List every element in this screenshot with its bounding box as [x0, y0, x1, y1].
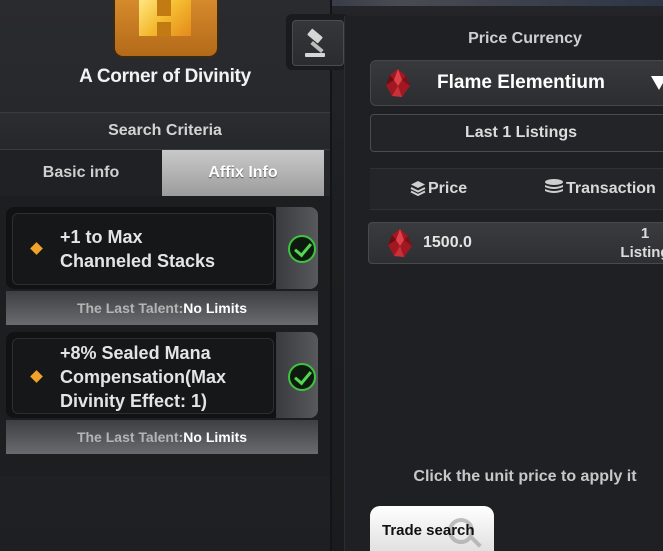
currency-selected: Flame Elementium [437, 72, 605, 93]
affix-card[interactable]: +8% Sealed Mana Compensation(Max Divinit… [6, 332, 318, 418]
golden-item-icon [113, 0, 219, 58]
listing-columns: Price Transaction [370, 168, 663, 210]
panel-divider [330, 0, 332, 551]
tab-basic-info[interactable]: Basic info [0, 150, 162, 196]
search-criteria-title: Search Criteria [108, 122, 222, 139]
hint-text: Click the unit price to apply it [413, 468, 637, 485]
listing-row[interactable]: 1500.0 1 Listing [368, 222, 663, 264]
item-name: A Corner of Divinity [79, 66, 251, 87]
affix-text: +8% Sealed Mana Compensation(Max Divinit… [60, 343, 227, 411]
transaction-column-header[interactable]: Transaction [544, 169, 656, 209]
coins-icon [545, 179, 563, 193]
flame-elementium-icon [388, 229, 412, 257]
price-column-header[interactable]: Price [410, 169, 467, 209]
stack-icon [410, 181, 426, 197]
chevron-down-icon [651, 76, 663, 90]
flame-elementium-icon [386, 69, 410, 97]
gavel-icon [305, 28, 325, 57]
auction-button[interactable] [286, 14, 348, 70]
listing-price[interactable]: 1500.0 [423, 223, 472, 263]
listings-filter[interactable]: Last 1 Listings [370, 114, 663, 152]
currency-dropdown[interactable]: Flame Elementium [370, 60, 663, 106]
price-currency-title: Price Currency [468, 30, 582, 47]
listing-count: 1 Listing [620, 225, 663, 261]
check-icon[interactable] [288, 235, 316, 263]
check-icon[interactable] [288, 363, 316, 391]
trade-window: A Corner of Divinity Search Criteria Bas… [0, 0, 663, 551]
tab-affix-info[interactable]: Affix Info [162, 150, 324, 196]
talent-condition[interactable]: The Last Talent:No Limits [6, 291, 318, 325]
affix-text: +1 to Max Channeled Stacks [60, 227, 216, 271]
trade-search-button[interactable]: Trade search [370, 506, 494, 551]
trade-search-label: Trade search [382, 522, 475, 539]
affix-card[interactable]: +1 to Max Channeled Stacks [6, 207, 318, 289]
talent-condition[interactable]: The Last Talent:No Limits [6, 420, 318, 454]
search-criteria-header: Search Criteria [0, 112, 330, 150]
